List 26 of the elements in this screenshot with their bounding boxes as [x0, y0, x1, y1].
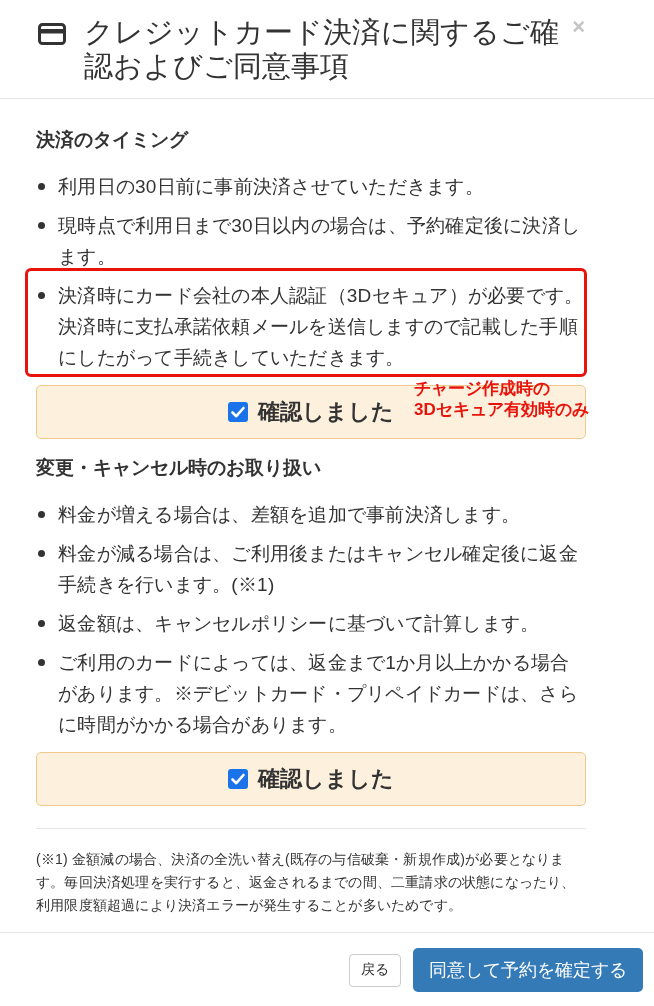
list-item-text: 現時点で利用日まで30日以内の場合は、予約確定後に決済します。 [58, 214, 582, 269]
confirm-label[interactable]: 確認しました [258, 398, 394, 426]
list-item-text: 利用日の30日前に事前決済させていただきます。 [58, 175, 485, 199]
credit-card-icon [38, 23, 66, 45]
section-heading: 変更・キャンセル時のお取り扱い [36, 456, 322, 480]
confirm-checkbox[interactable] [228, 402, 248, 422]
confirm-label[interactable]: 確認しました [258, 765, 394, 793]
section-heading: 決済のタイミング [36, 128, 190, 152]
confirm-booking-button[interactable]: 同意して予約を確定する [413, 948, 643, 992]
bullet-icon [38, 620, 45, 627]
confirm-checkbox[interactable] [228, 769, 248, 789]
bullet-icon [38, 511, 45, 518]
list-item-text: 料金が減る場合は、ご利用後またはキャンセル確定後に返金手続きを行います。(※1) [58, 542, 579, 597]
annotation-note: チャージ作成時の 3Dセキュア有効時のみ [414, 378, 589, 420]
bullet-icon [38, 222, 45, 229]
list-item-text: 料金が増える場合は、差額を追加で事前決済します。 [58, 503, 521, 527]
bullet-icon [38, 659, 45, 666]
list-item-text: 決済時にカード会社の本人認証（3Dセキュア）が必要です。決済時に支払承諾依頼メールを送信しますので記載した手順にしたがって手続きしていただきます。 [58, 284, 585, 370]
bullet-icon [38, 292, 45, 299]
back-button[interactable]: 戻る [349, 953, 401, 987]
bullet-icon [38, 550, 45, 557]
list-item-text: ご利用のカードによっては、返金まで1か月以上かかる場合があります。※デビットカード・プリペイドカードは、さらに時間がかかる場合があります。 [58, 651, 579, 737]
bullet-icon [38, 183, 45, 190]
dialog-title: クレジットカード決済に関するご確認およびご同意事項 [84, 15, 560, 83]
list-item-text: 返金額は、キャンセルポリシーに基づいて計算します。 [58, 612, 541, 636]
footnote-text: (※1) 金額減の場合、決済の全洗い替え(既存の与信破棄・新規作成)が必要となります。毎回決済処理を実行すると、返金されるまでの間、二重請求の状態になったり、利用限度額超過により決済エラーが発生することが多いためです。 [36, 850, 577, 915]
